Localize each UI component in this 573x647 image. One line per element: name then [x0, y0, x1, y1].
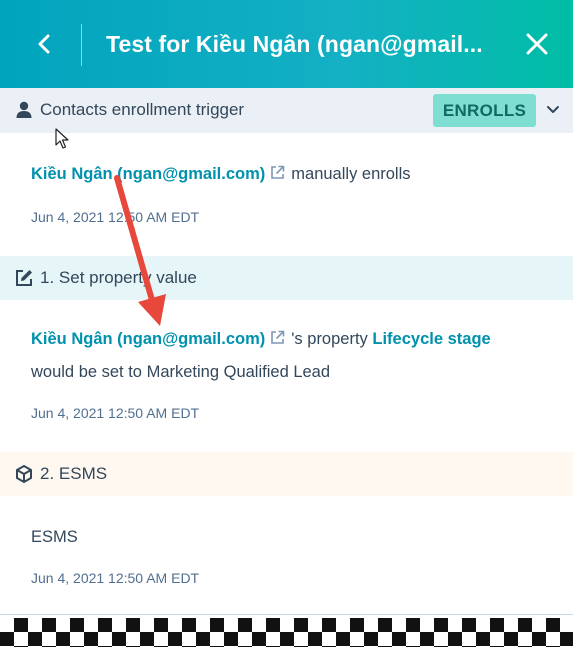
action2-body: ESMS: [31, 528, 78, 546]
trigger-action-text: manually enrolls: [291, 165, 411, 183]
external-link-icon[interactable]: [270, 165, 285, 180]
contact-link[interactable]: Kiều Ngân (ngan@gmail.com): [31, 165, 265, 183]
action1-label: 1. Set property value: [40, 268, 197, 287]
trigger-timestamp: Jun 4, 2021 12:50 AM EDT: [31, 209, 200, 225]
action1-value-line: would be set to Marketing Qualified Lead: [31, 361, 330, 383]
external-link-icon[interactable]: [270, 330, 285, 345]
edit-icon: [16, 270, 32, 286]
contact-link[interactable]: Kiều Ngân (ngan@gmail.com): [31, 330, 265, 348]
mouse-cursor-icon: [55, 128, 69, 149]
bottom-divider: [0, 614, 573, 615]
property-value: Marketing Qualified Lead: [146, 363, 331, 381]
possessive-text: 's property: [291, 330, 368, 348]
chevron-left-icon[interactable]: [30, 29, 60, 59]
action-set-property-bar[interactable]: 1. Set property value: [0, 256, 573, 300]
action2-timestamp: Jun 4, 2021 12:50 AM EDT: [31, 570, 200, 586]
panel-header: Test for Kiều Ngân (ngan@gmail...: [0, 0, 573, 88]
property-link[interactable]: Lifecycle stage: [372, 330, 490, 348]
trigger-event-line: Kiều Ngân (ngan@gmail.com) manually enro…: [31, 163, 411, 185]
contact-person-icon: [16, 101, 32, 118]
torn-edge-pattern: [0, 618, 573, 647]
trigger-label: Contacts enrollment trigger: [40, 100, 245, 119]
would-text: would be set to: [31, 363, 142, 381]
action2-label: 2. ESMS: [40, 464, 108, 483]
header-divider: [81, 24, 82, 66]
cube-icon: [16, 465, 32, 483]
action1-timestamp: Jun 4, 2021 12:50 AM EDT: [31, 405, 200, 421]
enrolls-badge: ENROLLS: [433, 94, 536, 127]
panel-title: Test for Kiều Ngân (ngan@gmail...: [106, 31, 483, 57]
close-icon[interactable]: [522, 29, 552, 59]
chevron-down-icon[interactable]: [544, 101, 562, 119]
action1-detail-line: Kiều Ngân (ngan@gmail.com) 's property L…: [31, 328, 491, 350]
action-esms-bar[interactable]: 2. ESMS: [0, 452, 573, 496]
